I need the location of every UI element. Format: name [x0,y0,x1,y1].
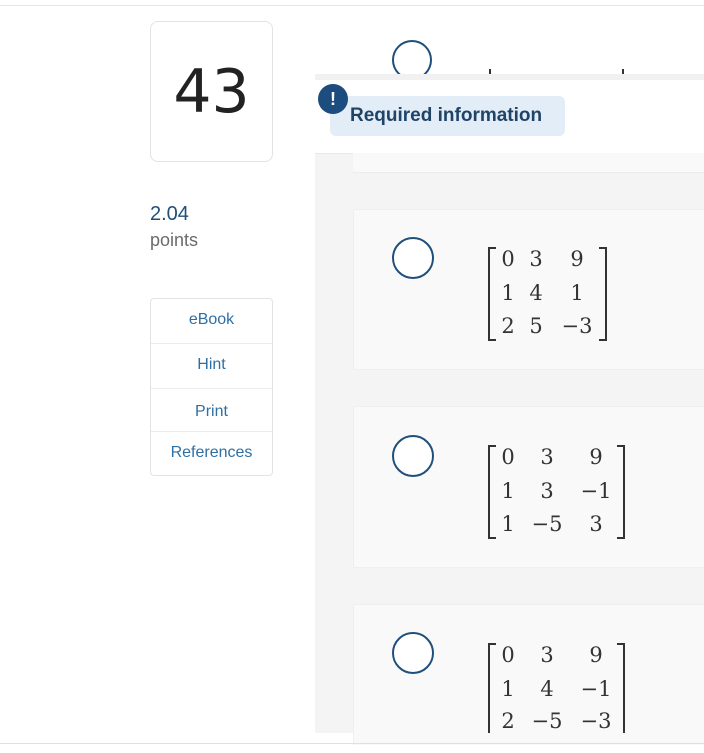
matrix-cell: 1 [570,281,584,305]
print-link[interactable]: Print [151,403,272,421]
matrix-cell: 3 [540,445,554,469]
matrix-cell: −5 [531,512,563,536]
previous-option-partial [380,5,640,74]
points-label: points [150,230,199,250]
matrix-cell: 3 [540,479,554,503]
tools-panel: eBook Hint Print References [150,298,273,476]
matrix-cell: 3 [589,512,603,536]
previous-option-card-bottom [353,153,704,173]
divider [151,388,272,389]
matrix-cell: 0 [501,247,515,271]
question-number: 43 [150,21,273,162]
matrix-cell: −1 [580,677,612,701]
required-info-text: Required information [350,105,543,126]
matrix-cell: 0 [501,643,515,667]
matrix-cell: 9 [589,445,603,469]
matrix-cell: 2 [501,314,515,338]
matrix-cell: 9 [570,247,584,271]
matrix-cell: 9 [589,643,603,667]
matrix-cell: 1 [501,512,515,536]
divider [151,343,272,344]
points-value: 2.04 [150,203,189,225]
matrix-cell: 1 [501,677,515,701]
radio-button-partial[interactable] [392,40,432,74]
right-bracket [617,643,625,733]
matrix-cell: −5 [531,709,563,733]
left-bracket [488,247,496,341]
radio-button[interactable] [392,435,434,477]
matrix-cell: −1 [580,479,612,503]
divider [151,431,272,432]
right-bracket [599,247,607,341]
right-bracket [617,445,625,539]
matrix-cell: 0 [501,445,515,469]
radio-button[interactable] [392,632,434,674]
matrix-cell: 3 [529,247,543,271]
matrix: 0 3 9 1 4 −1 2 −5 −3 [488,643,625,733]
ebook-link[interactable]: eBook [151,311,272,329]
references-link[interactable]: References [151,444,272,462]
matrix: 0 3 9 1 4 1 2 5 −3 [488,247,607,341]
matrix-cell: 4 [540,677,554,701]
alert-icon: ! [318,84,348,114]
hint-link[interactable]: Hint [151,356,272,374]
matrix-cell: 1 [501,479,515,503]
matrix-cell: 4 [529,281,543,305]
matrix-cell: −3 [580,709,612,733]
left-bracket [488,643,496,733]
bottom-divider [0,743,704,744]
matrix-cell: 5 [529,314,543,338]
matrix-cell: 1 [501,281,515,305]
matrix-cell: 2 [501,709,515,733]
left-bracket [488,445,496,539]
matrix-cell: −3 [561,314,593,338]
radio-button[interactable] [392,237,434,279]
matrix-cell: 3 [540,643,554,667]
matrix: 0 3 9 1 3 −1 1 −5 3 [488,445,625,539]
